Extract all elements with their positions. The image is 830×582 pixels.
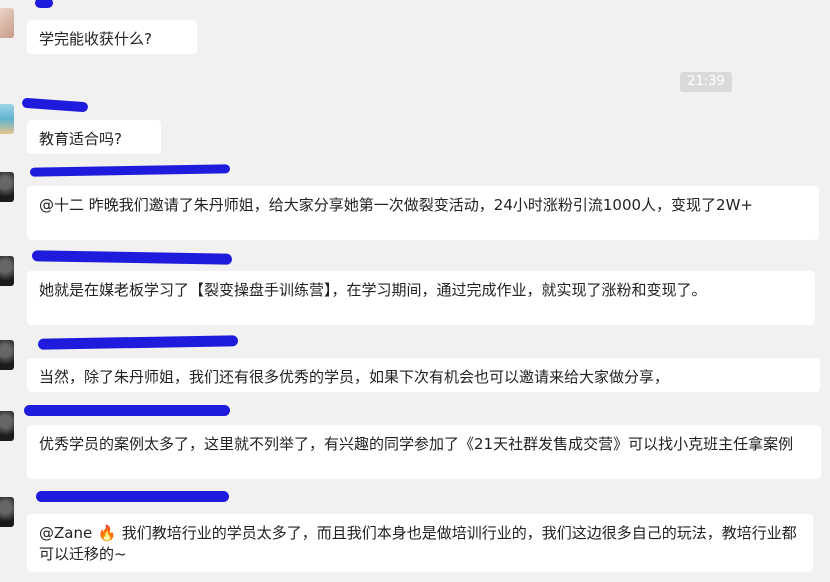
redacted-name <box>24 405 230 416</box>
message-text: 教育适合吗? <box>39 130 122 148</box>
chat-message-7[interactable]: @Zane 🔥 我们教培行业的学员太多了，而且我们本身也是做培训行业的，我们这边… <box>27 514 813 572</box>
avatar[interactable] <box>0 104 14 134</box>
mention[interactable]: @Zane <box>39 524 92 542</box>
chat-message-3[interactable]: @十二 昨晚我们邀请了朱丹师姐，给大家分享她第一次做裂变活动，24小时涨粉引流1… <box>27 186 819 240</box>
redacted-name <box>35 0 53 8</box>
chat-message-5[interactable]: 当然，除了朱丹师姐，我们还有很多优秀的学员，如果下次有机会也可以邀请来给大家做分… <box>27 358 820 392</box>
chat-message-6[interactable]: 优秀学员的案例太多了，这里就不列举了，有兴趣的同学参加了《21天社群发售成交营》… <box>27 425 821 479</box>
timestamp: 21:39 <box>680 72 732 92</box>
chat-message-4[interactable]: 她就是在媒老板学习了【裂变操盘手训练营】，在学习期间，通过完成作业，就实现了涨粉… <box>27 271 815 325</box>
avatar[interactable] <box>0 411 14 441</box>
fire-icon: 🔥 <box>97 524 117 542</box>
redacted-name <box>36 491 229 502</box>
message-text: 学完能收获什么? <box>39 30 152 48</box>
message-text: 她就是在媒老板学习了【裂变操盘手训练营】，在学习期间，通过完成作业，就实现了涨粉… <box>39 281 707 299</box>
chat-message-2[interactable]: 教育适合吗? <box>27 120 161 154</box>
redacted-name <box>31 250 233 265</box>
chat-area: 学完能收获什么? 21:39 教育适合吗? @十二 昨晚我们邀请了朱丹师姐，给大… <box>0 0 830 582</box>
avatar[interactable] <box>0 172 14 202</box>
message-text: 当然，除了朱丹师姐，我们还有很多优秀的学员，如果下次有机会也可以邀请来给大家做分… <box>39 368 670 386</box>
chat-message-1[interactable]: 学完能收获什么? <box>27 20 197 54</box>
avatar[interactable] <box>0 340 14 370</box>
avatar[interactable] <box>0 256 14 286</box>
message-text: @十二 昨晚我们邀请了朱丹师姐，给大家分享她第一次做裂变活动，24小时涨粉引流1… <box>39 196 753 214</box>
redacted-name <box>29 164 231 177</box>
redacted-name <box>37 335 239 350</box>
message-text: 我们教培行业的学员太多了，而且我们本身也是做培训行业的，我们这边很多自己的玩法，… <box>39 524 797 563</box>
redacted-name <box>21 97 89 113</box>
avatar[interactable] <box>0 497 14 527</box>
avatar[interactable] <box>0 8 14 38</box>
message-text: 优秀学员的案例太多了，这里就不列举了，有兴趣的同学参加了《21天社群发售成交营》… <box>39 435 794 453</box>
